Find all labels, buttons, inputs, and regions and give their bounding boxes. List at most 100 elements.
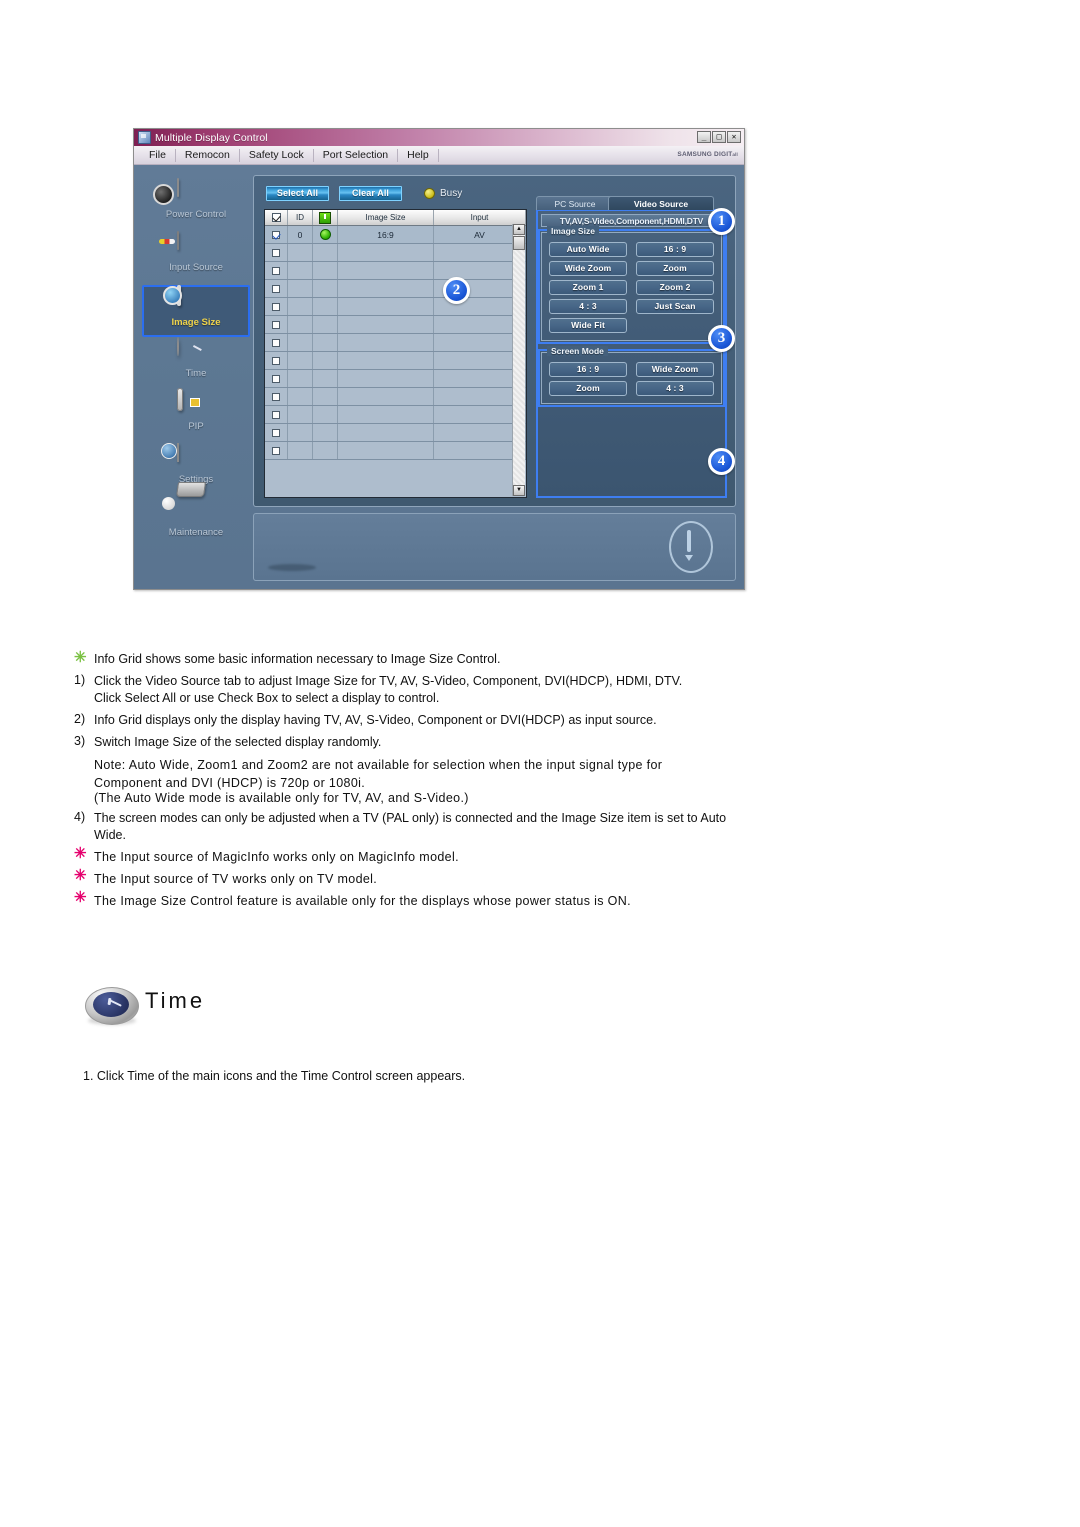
row-checkbox-cell[interactable] bbox=[265, 333, 288, 352]
col-header-image-size: Image Size bbox=[337, 210, 434, 226]
row-image-size bbox=[337, 243, 434, 262]
select-all-button[interactable]: Select All bbox=[266, 186, 329, 201]
menu-port-selection[interactable]: Port Selection bbox=[314, 148, 399, 162]
table-row[interactable] bbox=[265, 405, 526, 424]
app-icon bbox=[138, 131, 151, 144]
row-checkbox-cell[interactable] bbox=[265, 297, 288, 316]
info-grid: ID Image Size Input 0 16:9 AV ▲ ▼ bbox=[264, 209, 527, 498]
scroll-down-button[interactable]: ▼ bbox=[513, 485, 525, 496]
clear-all-button[interactable]: Clear All bbox=[339, 186, 402, 201]
grid-scrollbar[interactable]: ▲ ▼ bbox=[512, 224, 525, 496]
menu-file[interactable]: File bbox=[140, 148, 176, 162]
checkbox-icon[interactable] bbox=[272, 393, 280, 402]
btn-16-9[interactable]: 16 : 9 bbox=[636, 242, 714, 257]
table-row[interactable] bbox=[265, 315, 526, 334]
maximize-button[interactable]: □ bbox=[712, 131, 726, 143]
col-header-id: ID bbox=[287, 210, 313, 226]
screen-mode-legend: Screen Mode bbox=[547, 346, 608, 356]
row-checkbox-cell[interactable] bbox=[265, 261, 288, 280]
checkbox-icon[interactable] bbox=[272, 375, 280, 384]
table-row[interactable] bbox=[265, 441, 526, 460]
note-power-status: The Image Size Control feature is availa… bbox=[94, 894, 631, 908]
table-row[interactable] bbox=[265, 279, 526, 298]
row-id bbox=[287, 369, 313, 388]
sm-btn-zoom[interactable]: Zoom bbox=[549, 381, 627, 396]
busy-dot-icon bbox=[424, 188, 435, 199]
checkbox-icon[interactable] bbox=[272, 429, 280, 438]
checkbox-icon[interactable] bbox=[272, 249, 280, 258]
sidebar-item-time[interactable]: Time bbox=[142, 337, 250, 390]
samsung-logo: SAMSUNG DIGITall bbox=[677, 151, 738, 158]
checkbox-icon[interactable] bbox=[272, 285, 280, 294]
row-checkbox-cell[interactable] bbox=[265, 315, 288, 334]
time-step-1: 1. Click Time of the main icons and the … bbox=[83, 1069, 466, 1083]
info-grid-table: ID Image Size Input 0 16:9 AV bbox=[265, 210, 526, 460]
table-row[interactable]: 0 16:9 AV bbox=[265, 225, 526, 244]
sidebar-item-power-control[interactable]: Power Control bbox=[142, 178, 250, 231]
tab-video-source[interactable]: Video Source bbox=[608, 196, 714, 210]
btn-wide-fit[interactable]: Wide Fit bbox=[549, 318, 627, 333]
checkbox-icon[interactable] bbox=[272, 303, 280, 312]
row-id bbox=[287, 279, 313, 298]
row-checkbox-cell[interactable] bbox=[265, 351, 288, 370]
row-power-cell bbox=[312, 369, 338, 388]
row-checkbox-cell[interactable] bbox=[265, 423, 288, 442]
row-checkbox-cell[interactable] bbox=[265, 279, 288, 298]
checkbox-icon[interactable] bbox=[272, 411, 280, 420]
table-row[interactable] bbox=[265, 261, 526, 280]
sidebar-item-input-source[interactable]: Input Source bbox=[142, 231, 250, 284]
btn-auto-wide[interactable]: Auto Wide bbox=[549, 242, 627, 257]
table-row[interactable] bbox=[265, 387, 526, 406]
checkbox-icon[interactable] bbox=[272, 357, 280, 366]
col-header-checkbox[interactable] bbox=[265, 210, 288, 226]
btn-zoom[interactable]: Zoom bbox=[636, 261, 714, 276]
table-row[interactable] bbox=[265, 423, 526, 442]
menubar: File Remocon Safety Lock Port Selection … bbox=[134, 146, 744, 165]
checkbox-icon[interactable] bbox=[272, 447, 280, 456]
close-button[interactable]: ✕ bbox=[727, 131, 741, 143]
menu-remocon[interactable]: Remocon bbox=[176, 148, 240, 162]
checkbox-icon[interactable] bbox=[272, 267, 280, 276]
sm-btn-16-9[interactable]: 16 : 9 bbox=[549, 362, 627, 377]
row-checkbox-cell[interactable] bbox=[265, 369, 288, 388]
checkbox-icon[interactable] bbox=[272, 339, 280, 348]
checkbox-icon[interactable] bbox=[272, 321, 280, 330]
row-checkbox-cell[interactable] bbox=[265, 243, 288, 262]
input-source-icon bbox=[177, 231, 215, 264]
table-row[interactable] bbox=[265, 297, 526, 316]
checkbox-checked-icon[interactable] bbox=[271, 213, 281, 223]
row-checkbox-cell[interactable] bbox=[265, 441, 288, 460]
menu-help[interactable]: Help bbox=[398, 148, 439, 162]
scroll-up-button[interactable]: ▲ bbox=[513, 224, 525, 235]
btn-zoom-2[interactable]: Zoom 2 bbox=[636, 280, 714, 295]
scroll-thumb[interactable] bbox=[513, 236, 525, 250]
info-grid-body: 0 16:9 AV bbox=[265, 225, 526, 460]
row-power-cell bbox=[312, 351, 338, 370]
sm-btn-wide-zoom[interactable]: Wide Zoom bbox=[636, 362, 714, 377]
minimize-button[interactable]: _ bbox=[697, 131, 711, 143]
table-row[interactable] bbox=[265, 351, 526, 370]
btn-4-3[interactable]: 4 : 3 bbox=[549, 299, 627, 314]
checkbox-checked-icon[interactable] bbox=[272, 231, 280, 240]
tab-pc-source[interactable]: PC Source bbox=[536, 196, 614, 210]
btn-just-scan[interactable]: Just Scan bbox=[636, 299, 714, 314]
sidebar-item-maintenance[interactable]: Maintenance bbox=[142, 497, 250, 549]
btn-zoom-1[interactable]: Zoom 1 bbox=[549, 280, 627, 295]
sidebar-item-image-size[interactable]: Image Size bbox=[142, 285, 250, 337]
row-checkbox-cell[interactable] bbox=[265, 225, 288, 244]
table-row[interactable] bbox=[265, 243, 526, 262]
row-image-size bbox=[337, 351, 434, 370]
status-bar bbox=[253, 513, 736, 581]
sm-btn-4-3[interactable]: 4 : 3 bbox=[636, 381, 714, 396]
row-checkbox-cell[interactable] bbox=[265, 405, 288, 424]
row-power-cell bbox=[312, 243, 338, 262]
table-row[interactable] bbox=[265, 333, 526, 352]
list-number-1: 1) bbox=[74, 673, 86, 687]
table-row[interactable] bbox=[265, 369, 526, 388]
image-size-fieldset: Image Size Auto Wide 16 : 9 Wide Zoom Zo… bbox=[538, 226, 725, 344]
menu-safety-lock[interactable]: Safety Lock bbox=[240, 148, 314, 162]
list-number-2: 2) bbox=[74, 712, 86, 726]
row-checkbox-cell[interactable] bbox=[265, 387, 288, 406]
btn-wide-zoom[interactable]: Wide Zoom bbox=[549, 261, 627, 276]
sidebar-item-pip[interactable]: PIP bbox=[142, 388, 250, 443]
